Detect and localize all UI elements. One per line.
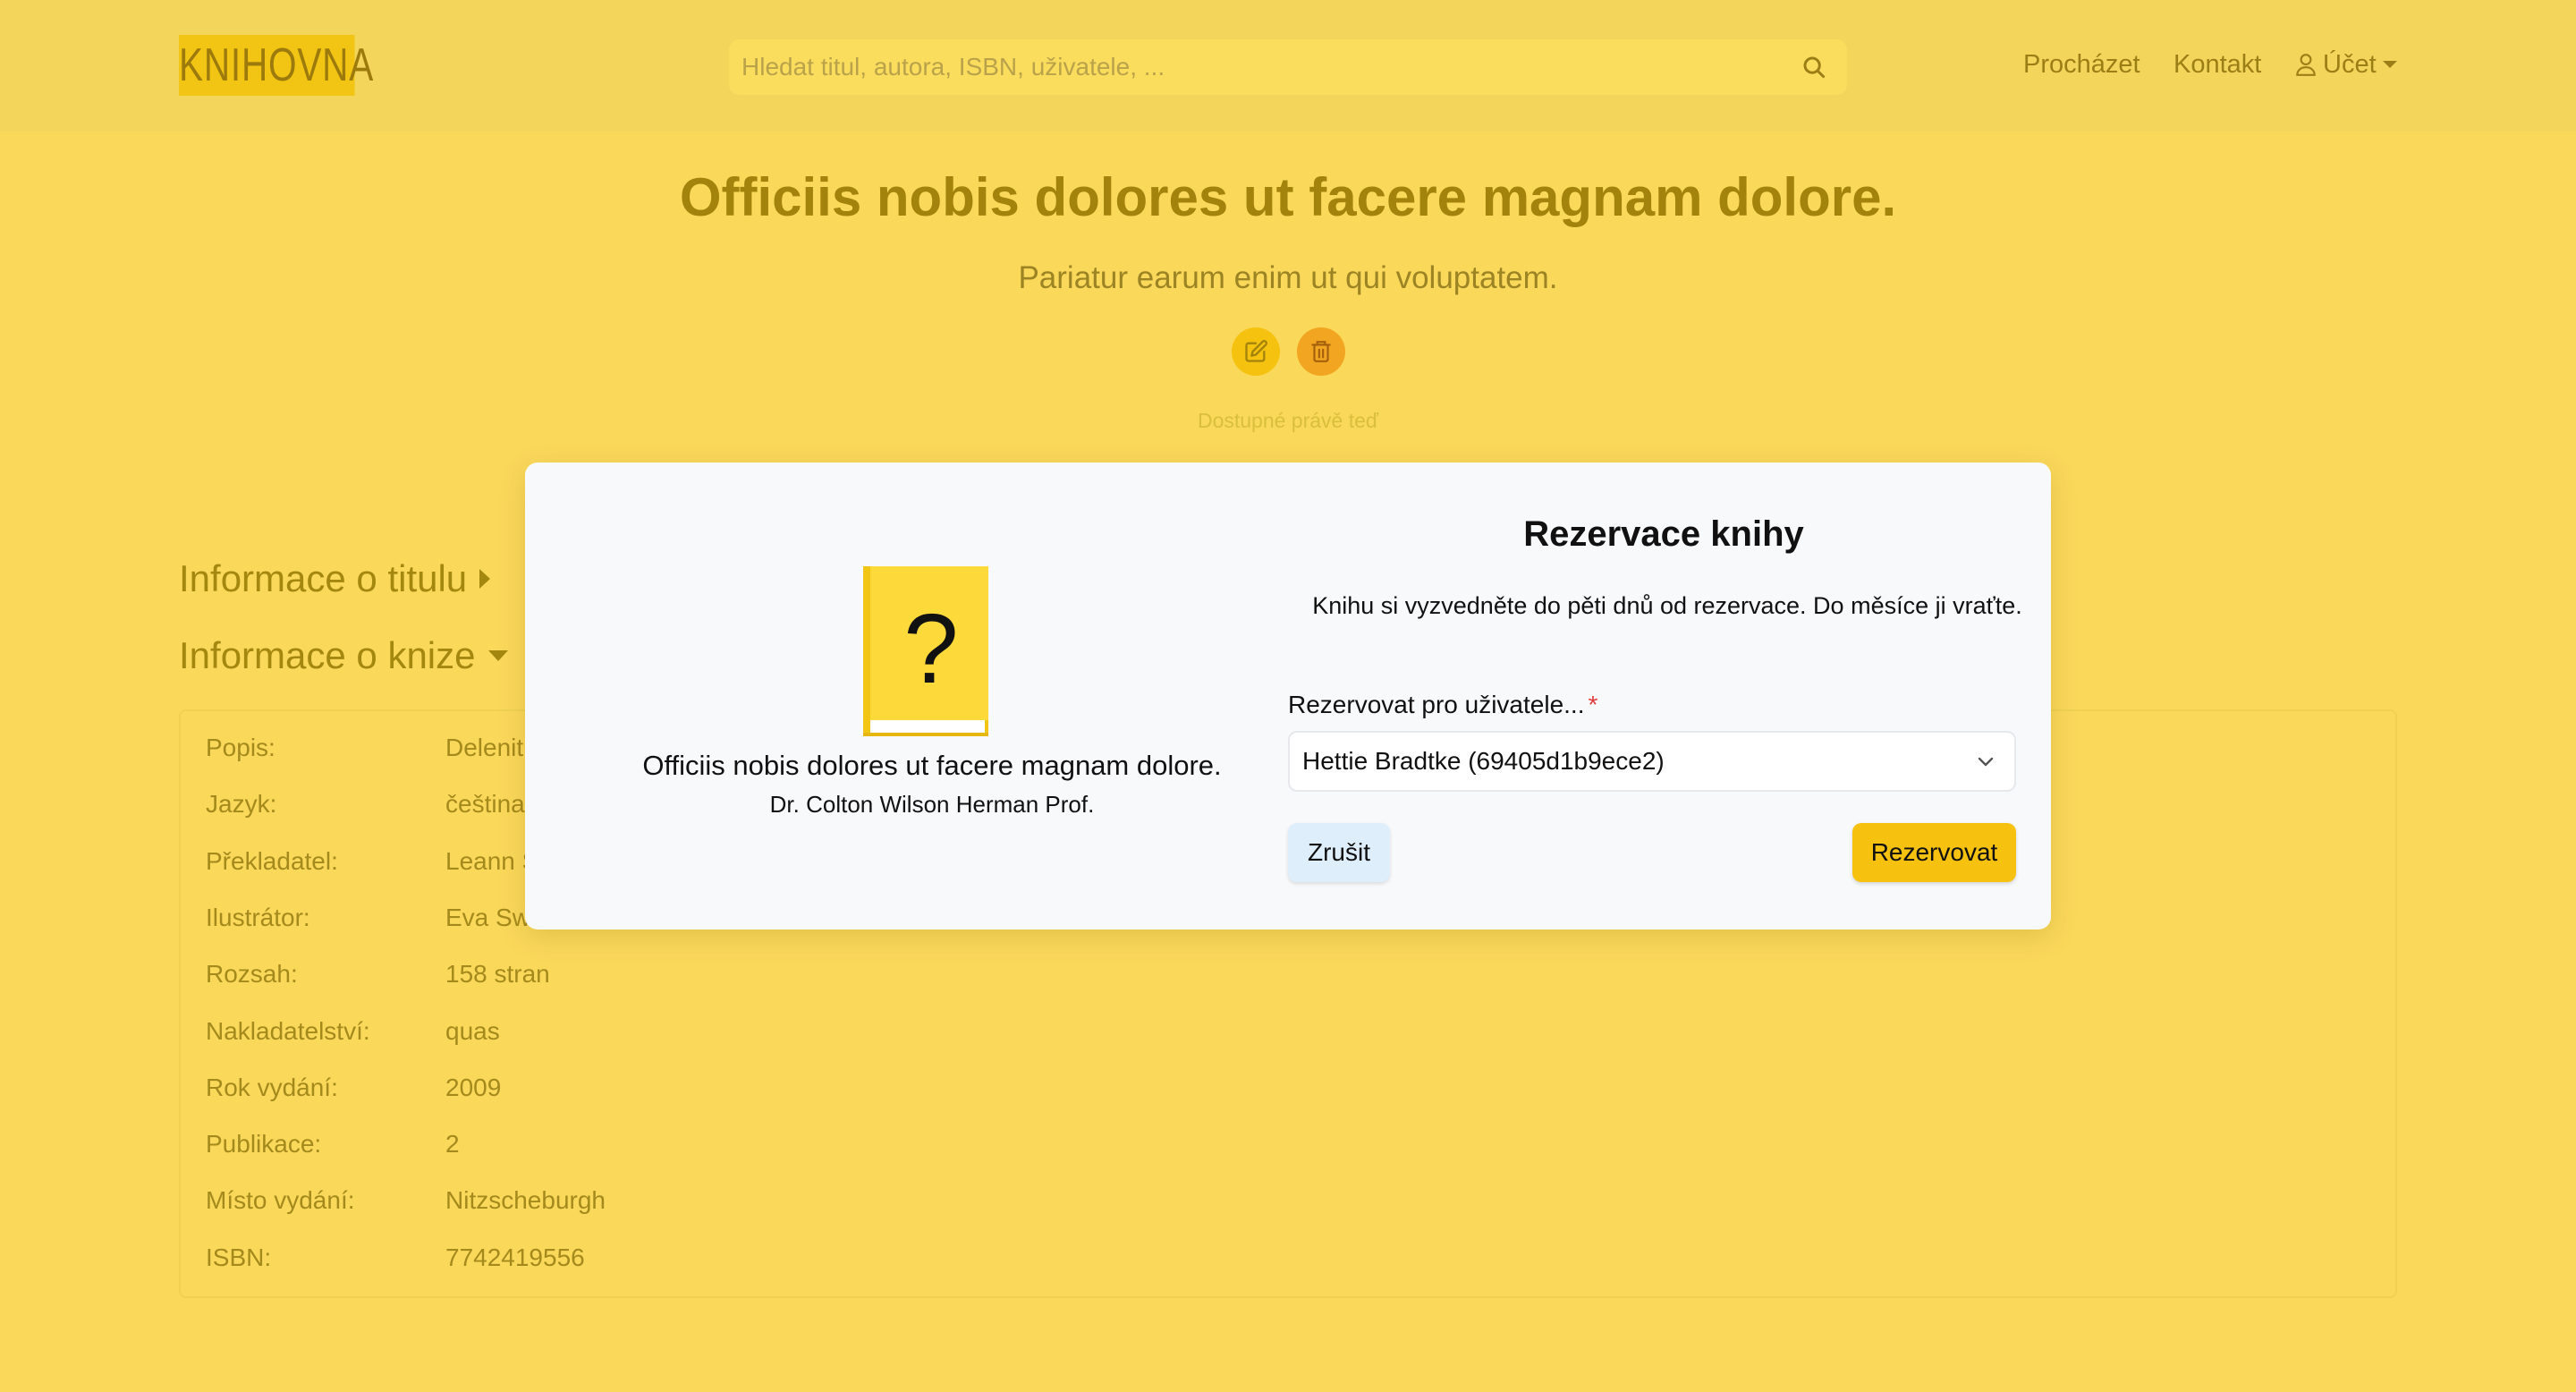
info-value: 2 (445, 1130, 460, 1158)
info-value: čeština (445, 790, 525, 818)
user-select-label-text: Rezervovat pro uživatele... (1288, 691, 1585, 718)
book-cover-placeholder: ? (863, 566, 988, 736)
section-title-info-toggle[interactable]: Informace o titulu (179, 556, 492, 601)
user-select-value: Hettie Bradtke (69405d1b9ece2) (1302, 747, 1665, 775)
info-value: 7742419556 (445, 1243, 585, 1271)
info-value: 158 stran (445, 960, 550, 988)
info-value: quas (445, 1017, 500, 1045)
cover-glyph: ? (903, 594, 958, 704)
modal-description: Knihu si vyzvedněte do pěti dnů od rezer… (1312, 592, 2022, 619)
top-header: KNIHOVNA Procházet Kontakt Účet (0, 0, 2576, 132)
info-label: Ilustrátor: (206, 904, 310, 931)
search-bar (729, 39, 1847, 95)
section-book-info-toggle[interactable]: Informace o knize (179, 633, 510, 678)
required-mark: * (1588, 691, 1598, 718)
info-label: Jazyk: (206, 790, 277, 818)
search-input[interactable] (741, 39, 1770, 95)
reserve-button[interactable]: Rezervovat (1852, 823, 2016, 882)
modal-book-title: Officiis nobis dolores ut facere magnam … (642, 750, 1222, 781)
book-subtitle: Pariatur earum enim ut qui voluptatem. (1018, 260, 1558, 295)
cancel-button[interactable]: Zrušit (1288, 823, 1390, 882)
info-label: Publikace: (206, 1130, 322, 1158)
caret-right-icon (479, 569, 491, 589)
info-label: ISBN: (206, 1243, 272, 1271)
user-icon (2296, 54, 2316, 76)
user-select[interactable]: Hettie Bradtke (69405d1b9ece2) (1288, 731, 2016, 792)
edit-button[interactable] (1232, 327, 1280, 376)
info-value: Eva Sw (445, 904, 530, 931)
info-label: Popis: (206, 734, 275, 761)
nav-browse-link[interactable]: Procházet (2023, 48, 2140, 81)
user-select-label: Rezervovat pro uživatele... * (1288, 690, 1597, 720)
logo[interactable]: KNIHOVNA (179, 35, 373, 96)
nav-account-label: Účet (2323, 50, 2377, 79)
modal-book-author: Dr. Colton Wilson Herman Prof. (769, 791, 1095, 818)
info-label: Rok vydání: (206, 1074, 338, 1101)
nav-contact-link[interactable]: Kontakt (2174, 48, 2261, 81)
caret-down-icon (2382, 61, 2397, 68)
modal-heading: Rezervace knihy (1523, 514, 1804, 554)
info-label: Rozsah: (206, 960, 298, 988)
caret-down-icon (487, 650, 508, 661)
book-title: Officiis nobis dolores ut facere magnam … (679, 167, 1897, 227)
edit-icon (1245, 340, 1267, 362)
availability-status: Dostupné právě teď (1197, 409, 1379, 432)
info-label: Nakladatelství: (206, 1017, 370, 1045)
nav-account-menu[interactable]: Účet (2294, 48, 2398, 81)
reservation-modal: ? Officiis nobis dolores ut facere magna… (525, 463, 2051, 929)
delete-button[interactable] (1297, 327, 1345, 376)
info-label: Místo vydání: (206, 1186, 355, 1214)
section-title-info-label: Informace o titulu (179, 557, 468, 599)
info-value: 2009 (445, 1074, 502, 1101)
chevron-down-icon (1978, 757, 1994, 767)
section-book-info-label: Informace o knize (179, 634, 476, 676)
trash-icon (1311, 341, 1331, 362)
info-value: Nitzscheburgh (445, 1186, 606, 1214)
search-icon[interactable] (1801, 54, 1827, 81)
info-value: Delenit (445, 734, 524, 761)
info-label: Překladatel: (206, 847, 338, 875)
